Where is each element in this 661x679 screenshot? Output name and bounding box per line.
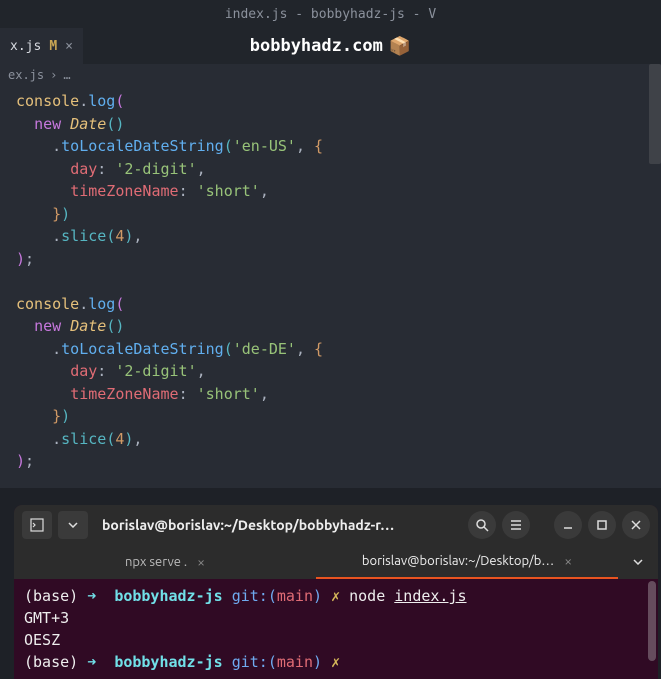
terminal-icon — [30, 518, 44, 532]
window-title-bar: index.js - bobbyhadz-js - V — [0, 0, 661, 28]
close-icon[interactable]: × — [564, 553, 572, 569]
watermark: bobbyhadz.com 📦 — [250, 36, 411, 57]
window-title: index.js - bobbyhadz-js - V — [225, 7, 436, 22]
terminal-tab[interactable]: npx serve . × — [14, 545, 316, 579]
maximize-button[interactable] — [588, 511, 616, 539]
close-button[interactable] — [622, 511, 650, 539]
chevron-right-icon: › — [50, 68, 57, 82]
chevron-down-icon — [633, 559, 643, 565]
editor-tab[interactable]: x.js M × — [0, 28, 83, 64]
menu-button[interactable] — [502, 511, 530, 539]
chevron-down-icon — [68, 522, 78, 528]
terminal-tab-label: borislav@borislav:~/Desktop/b… — [362, 554, 554, 568]
maximize-icon — [596, 519, 608, 531]
watermark-text: bobbyhadz.com — [250, 36, 383, 56]
editor-scrollbar[interactable] — [649, 64, 661, 164]
tab-modified-indicator: M — [49, 39, 57, 54]
code-editor[interactable]: console.log( new Date() .toLocaleDateStr… — [0, 86, 661, 488]
editor-tabs-row: x.js M × bobbyhadz.com 📦 — [0, 28, 661, 64]
breadcrumb-file: ex.js — [8, 68, 44, 82]
new-tab-button[interactable] — [22, 511, 52, 539]
close-icon[interactable]: × — [197, 554, 205, 570]
package-icon: 📦 — [389, 36, 411, 57]
breadcrumb-more: … — [63, 68, 70, 82]
terminal-tab-dropdown[interactable] — [618, 545, 658, 579]
terminal-tab-label: npx serve . — [125, 555, 187, 569]
close-icon — [630, 519, 642, 531]
terminal-tabs: npx serve . × borislav@borislav:~/Deskto… — [14, 545, 658, 579]
close-icon[interactable]: × — [65, 39, 73, 54]
dropdown-button[interactable] — [58, 511, 88, 539]
terminal-header: borislav@borislav:~/Desktop/bobbyhadz-r… — [14, 505, 658, 545]
search-button[interactable] — [468, 511, 496, 539]
breadcrumb[interactable]: ex.js › … — [0, 64, 661, 86]
terminal-title: borislav@borislav:~/Desktop/bobbyhadz-r… — [94, 517, 462, 533]
hamburger-icon — [509, 518, 523, 532]
search-icon — [475, 518, 489, 532]
minimize-icon — [562, 519, 574, 531]
terminal-body[interactable]: (base) ➜ bobbyhadz-js git:(main) ✗ node … — [14, 579, 658, 679]
tab-filename: x.js — [10, 39, 41, 54]
terminal-window: borislav@borislav:~/Desktop/bobbyhadz-r…… — [14, 505, 658, 679]
minimize-button[interactable] — [554, 511, 582, 539]
terminal-tab[interactable]: borislav@borislav:~/Desktop/b… × — [316, 545, 618, 579]
terminal-scrollbar[interactable] — [648, 581, 656, 661]
